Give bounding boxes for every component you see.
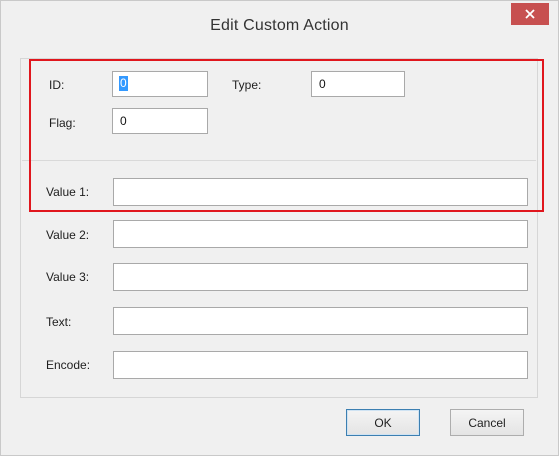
value2-field[interactable] <box>113 220 528 248</box>
flag-label: Flag: <box>49 116 76 130</box>
value2-label: Value 2: <box>46 228 90 242</box>
id-value: 0 <box>119 76 128 91</box>
cancel-button[interactable]: Cancel <box>450 409 524 436</box>
section-divider <box>22 160 536 161</box>
id-field[interactable]: 0 <box>112 71 208 97</box>
title-bar[interactable]: Edit Custom Action <box>1 1 558 53</box>
edit-custom-action-dialog: Edit Custom Action ID: 0 Type: 0 Flag: 0… <box>0 0 559 456</box>
text-field[interactable] <box>113 307 528 335</box>
close-button[interactable] <box>511 3 549 25</box>
close-icon <box>525 9 535 19</box>
flag-field[interactable]: 0 <box>112 108 208 134</box>
value3-label: Value 3: <box>46 270 90 284</box>
type-field[interactable]: 0 <box>311 71 405 97</box>
value3-field[interactable] <box>113 263 528 291</box>
id-label: ID: <box>49 78 65 92</box>
window-title: Edit Custom Action <box>210 17 349 34</box>
text-label: Text: <box>46 315 72 329</box>
encode-label: Encode: <box>46 358 91 372</box>
ok-button[interactable]: OK <box>346 409 420 436</box>
flag-value: 0 <box>120 114 127 128</box>
value1-label: Value 1: <box>46 185 90 199</box>
type-value: 0 <box>319 77 326 91</box>
type-label: Type: <box>232 78 262 92</box>
encode-field[interactable] <box>113 351 528 379</box>
value1-field[interactable] <box>113 178 528 206</box>
